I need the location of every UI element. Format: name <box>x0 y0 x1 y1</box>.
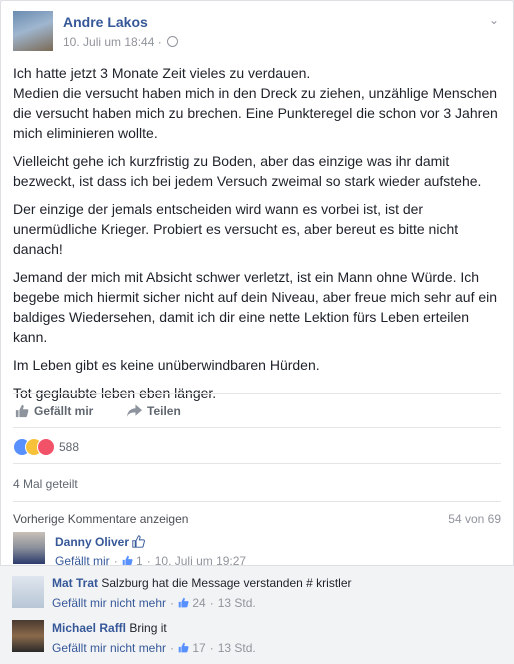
thumbs-up-icon <box>15 404 29 418</box>
divider <box>13 393 501 394</box>
post-paragraph: Ich hatte jetzt 3 Monate Zeit vieles zu … <box>13 65 498 141</box>
post-body: Ich hatte jetzt 3 Monate Zeit vieles zu … <box>13 63 501 411</box>
previous-comments-link[interactable]: Vorherige Kommentare anzeigen <box>13 512 188 526</box>
comment-line: Mat Trat Salzburg hat die Message versta… <box>52 576 352 590</box>
chevron-down-icon[interactable]: ⌄ <box>489 13 499 27</box>
commenter-name-link[interactable]: Michael Raffl <box>52 621 126 635</box>
commenter-avatar[interactable] <box>13 532 45 564</box>
post-paragraph: Im Leben gibt es keine unüberwindbaren H… <box>13 357 320 373</box>
post-paragraph: Vielleicht gehe ich kurzfristig zu Boden… <box>13 153 482 189</box>
like-button[interactable]: Gefällt mir <box>15 404 93 418</box>
share-button[interactable]: Teilen <box>127 404 181 418</box>
post-header: Andre Lakos 10. Juli um 18:44 · ⌄ <box>13 11 501 55</box>
author-avatar[interactable] <box>13 11 53 51</box>
post-card: Andre Lakos 10. Juli um 18:44 · ⌄ Ich ha… <box>0 0 514 568</box>
commenter-avatar[interactable] <box>12 620 44 652</box>
thumbs-up-icon <box>178 597 189 608</box>
comment-text: Salzburg hat die Message verstanden # kr… <box>101 576 352 590</box>
post-date[interactable]: 10. Juli um 18:44 <box>63 35 154 49</box>
reaction-count: 588 <box>59 440 80 454</box>
replies-area: Mat Trat Salzburg hat die Message versta… <box>0 565 514 664</box>
commenter-avatar[interactable] <box>12 576 44 608</box>
like-label: Gefällt mir <box>34 404 94 418</box>
share-label: Teilen <box>147 404 181 418</box>
globe-icon <box>167 36 179 47</box>
comment-like-link[interactable]: Gefällt mir nicht mehr <box>52 596 166 610</box>
post-meta: 10. Juli um 18:44 · <box>63 35 179 49</box>
thumbs-up-icon <box>178 642 189 653</box>
comment-line: Michael Raffl Bring it <box>52 621 167 635</box>
meta-separator: · <box>157 35 162 49</box>
share-arrow-icon <box>127 404 142 417</box>
author-name[interactable]: Andre Lakos <box>63 14 148 30</box>
comment-position: 54 von 69 <box>448 512 501 526</box>
comment-meta: Gefällt mir nicht mehr · 17 · 13 Std. <box>52 641 256 655</box>
commenter-name-link[interactable]: Mat Trat <box>52 576 98 590</box>
divider <box>13 427 501 428</box>
divider <box>13 463 501 464</box>
commenter-name-link[interactable]: Danny Oliver <box>55 535 129 549</box>
comment-like-count[interactable]: 24 <box>192 596 205 610</box>
thumbs-up-icon <box>132 535 146 548</box>
post-paragraph: Jemand der mich mit Absicht schwer verle… <box>13 269 498 345</box>
commenter-name: Danny Oliver <box>55 535 146 549</box>
comment-meta: Gefällt mir nicht mehr · 24 · 13 Std. <box>52 596 256 610</box>
comment-time[interactable]: 13 Std. <box>218 641 256 655</box>
comment-like-count[interactable]: 17 <box>192 641 205 655</box>
love-reaction-icon <box>37 438 55 456</box>
comment-text: Bring it <box>129 621 167 635</box>
post-paragraph: Der einzige der jemals entscheiden wird … <box>13 201 459 257</box>
divider <box>13 501 501 502</box>
comment-like-link[interactable]: Gefällt mir nicht mehr <box>52 641 166 655</box>
comment-time[interactable]: 13 Std. <box>218 596 256 610</box>
share-count[interactable]: 4 Mal geteilt <box>13 477 78 491</box>
